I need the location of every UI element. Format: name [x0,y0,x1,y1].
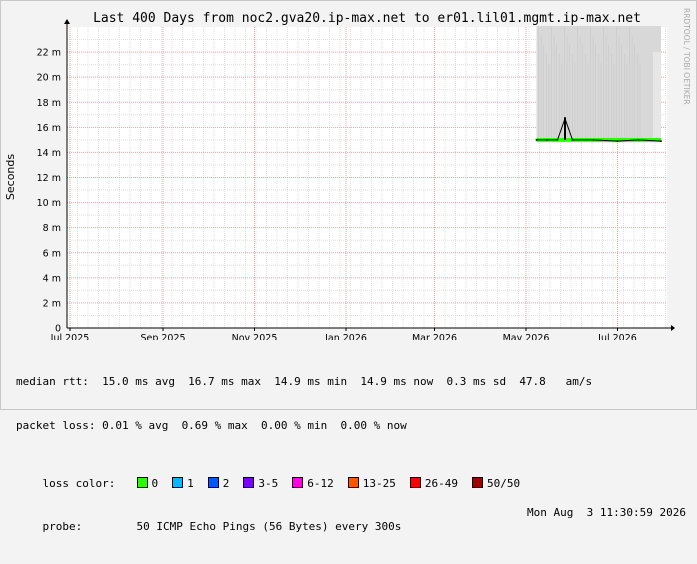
loss-color-swatch [243,476,255,488]
legend: median rtt: 15.0 ms avg 16.7 ms max 14.9… [16,346,686,535]
smoke-area [653,52,661,143]
smokeping-chart: 02 m4 m6 m8 m10 m12 m14 m16 m18 m20 m22 … [4,8,691,340]
packet-loss-stats: packet loss: 0.01 % avg 0.69 % max 0.00 … [16,418,407,432]
loss-color-swatch [409,476,421,488]
y-tick-label: 10 m [37,198,61,209]
smoke-band [536,26,661,143]
median-rtt-point [616,140,619,143]
y-tick-label: 4 m [43,273,61,284]
y-axis-arrow [64,19,70,24]
y-tick-label: 14 m [37,148,61,159]
loss-color-item-label: 3-5 [258,476,279,490]
loss-color-item: 6-12 [292,476,334,492]
probe-date: Mon Aug 3 11:30:59 2026 [527,505,686,519]
x-tick-label: Jan 2026 [324,333,367,340]
y-tick-label: 12 m [37,173,61,184]
loss-color-swatch [347,476,359,488]
median-rtt-point [571,138,574,141]
loss-color-item: 0 [136,476,159,492]
y-tick-label: 16 m [37,123,61,134]
y-tick-label: 6 m [43,248,61,259]
loss-color-swatch [207,476,219,488]
loss-color-items: 0 1 2 3-5 6-12 13-25 26-49 50/50 [136,476,535,492]
loss-color-item-label: 6-12 [307,476,334,490]
loss-color-label: loss color: [42,476,116,490]
median-rtt-stats: median rtt: 15.0 ms avg 16.7 ms max 14.9… [16,375,593,388]
y-tick-label: 2 m [43,298,61,309]
loss-color-item-label: 26-49 [424,476,458,490]
loss-color-item: 3-5 [243,476,279,492]
y-tick-label: 8 m [43,223,61,234]
probe-text: 50 ICMP Echo Pings (56 Bytes) every 300s [136,520,402,533]
y-axis-label: Seconds [4,154,17,200]
x-tick-label: Nov 2025 [232,333,278,340]
x-tick-label: Jul 2026 [597,333,637,340]
x-tick-label: Mar 2026 [412,333,457,340]
x-axis-arrow [671,325,675,331]
loss-color-swatch [172,476,184,488]
y-tick-label: 22 m [37,48,61,59]
loss-color-item-label: 2 [222,476,230,490]
smoke-area [536,26,661,143]
x-tick-label: Sep 2025 [140,333,185,340]
probe-row: probe: 50 ICMP Echo Pings (56 Bytes) ever… [16,505,687,534]
median-rtt-point [660,140,662,143]
loss-color-item: 2 [207,476,230,492]
y-tick-label: 20 m [37,73,61,84]
y-tick-label: 18 m [37,98,61,109]
chart-title: Last 400 Days from noc2.gva20.ip-max.net… [93,11,641,26]
median-rtt-point [592,138,595,141]
median-rtt-point [637,138,640,141]
loss-color-swatch [292,476,304,488]
loss-color-item: 50/50 [472,476,521,492]
loss-color-item: 26-49 [409,476,458,492]
loss-color-item-label: 13-25 [362,476,396,490]
loss-color-row: loss color: 0 1 2 3-5 6-12 13-25 26-49 50/50 [16,462,686,490]
x-tick-label: May 2026 [503,333,550,340]
x-tick-label: Jul 2025 [50,333,90,340]
probe-label: probe: [42,520,83,533]
median-rtt-point [546,138,548,141]
x-tick-labels: Jul 2025 Sep 2025 Nov 2025 Jan 2026 Mar 2026… [50,333,637,340]
rrdtool-watermark: RRDTOOL / TOBI OETIKER [682,8,691,105]
loss-color-item-label: 50/50 [487,476,521,490]
loss-color-item-label: 1 [187,476,194,490]
loss-color-swatch [136,476,148,488]
loss-color-item: 13-25 [347,476,396,492]
loss-color-swatch [472,476,483,488]
loss-color-item-label: 0 [151,476,159,490]
median-rtt-point [556,138,559,141]
y-tick-labels: 02 m4 m6 m8 m10 m12 m14 m16 m18 m20 m22 … [37,48,61,335]
loss-color-item: 1 [172,476,194,492]
median-rtt-point [535,138,538,141]
